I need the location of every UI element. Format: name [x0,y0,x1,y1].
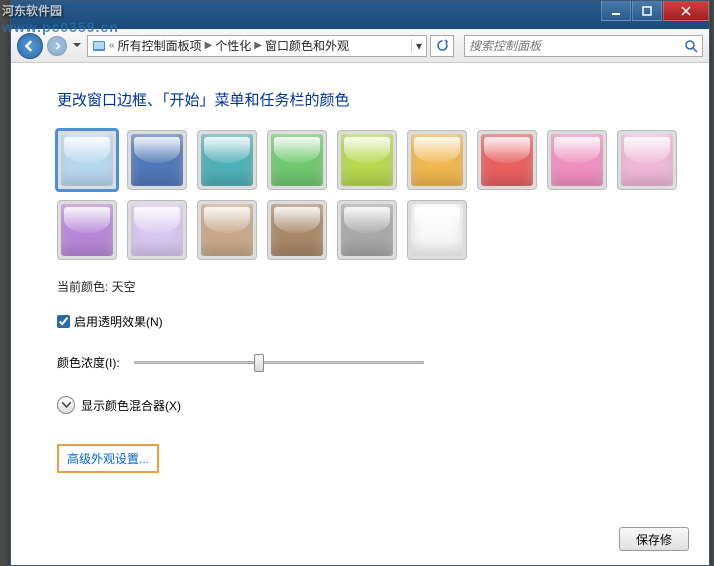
control-panel-icon [92,39,106,53]
window: « 所有控制面板项 ▶ 个性化 ▶ 窗口颜色和外观 ▾ 更改窗口边框、「开始」菜… [10,0,710,566]
watermark: 河东软件园 www.pc0359.cn [2,2,119,35]
minimize-button[interactable] [601,1,631,21]
color-swatch-粉[interactable] [547,130,607,190]
breadcrumb-item[interactable]: 所有控制面板项 [118,37,202,54]
address-dropdown[interactable]: ▾ [411,39,422,53]
color-swatch-天空[interactable] [55,128,119,192]
color-swatch-棕[interactable] [197,200,257,260]
intensity-label: 颜色浓度(I): [57,354,120,371]
chevron-down-icon [57,396,75,414]
history-dropdown[interactable] [71,36,83,56]
close-button[interactable] [663,1,709,21]
color-swatch-青[interactable] [197,130,257,190]
color-swatch-红[interactable] [477,130,537,190]
color-swatch-蓝[interactable] [127,130,187,190]
chevron-right-icon: ▶ [254,40,262,51]
intensity-row: 颜色浓度(I): [57,352,679,372]
transparency-input[interactable] [57,315,70,328]
search-input[interactable] [469,39,684,53]
advanced-appearance-link[interactable]: 高级外观设置... [57,444,159,473]
current-color: 当前颜色: 天空 [57,278,679,295]
content: 更改窗口边框、「开始」菜单和任务栏的颜色 当前颜色: 天空 启用透明效果(N) … [11,63,709,473]
back-button[interactable] [17,33,43,59]
refresh-button[interactable] [430,35,454,57]
page-title: 更改窗口边框、「开始」菜单和任务栏的颜色 [57,89,679,110]
color-swatch-深棕[interactable] [267,200,327,260]
chevron-right-icon: ▶ [205,40,213,51]
search-icon [684,39,698,53]
color-swatch-淡紫[interactable] [127,200,187,260]
slider-thumb[interactable] [254,354,264,372]
transparency-checkbox[interactable]: 启用透明效果(N) [57,313,679,330]
color-swatch-灰[interactable] [337,200,397,260]
address-bar[interactable]: « 所有控制面板项 ▶ 个性化 ▶ 窗口颜色和外观 ▾ [87,35,427,57]
intensity-slider[interactable] [134,352,424,372]
breadcrumb-item[interactable]: 窗口颜色和外观 [265,37,349,54]
breadcrumb-item[interactable]: 个性化 [215,37,251,54]
footer: 保存修 [619,527,689,551]
breadcrumb-sep: « [109,40,115,51]
save-button[interactable]: 保存修 [619,527,689,551]
slider-track [134,361,424,364]
color-swatch-白[interactable] [407,200,467,260]
color-swatch-紫[interactable] [57,200,117,260]
color-swatch-橙[interactable] [407,130,467,190]
show-color-mixer[interactable]: 显示颜色混合器(X) [57,396,679,414]
color-swatch-淡粉[interactable] [617,130,677,190]
color-swatch-绿[interactable] [267,130,327,190]
color-swatches [57,130,677,260]
search-box[interactable] [464,35,703,57]
forward-button[interactable] [47,36,67,56]
maximize-button[interactable] [632,1,662,21]
color-swatch-黄绿[interactable] [337,130,397,190]
